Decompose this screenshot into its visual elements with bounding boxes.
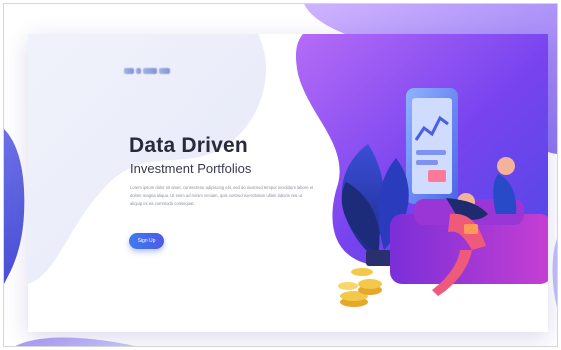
left-blob [4,129,25,284]
hero-card: Data Driven Investment Portfolios Lorem … [28,34,548,332]
hero-illustration [338,88,548,307]
bottom-blob [15,337,135,346]
right-bottom-blob [552,239,557,308]
coins-icon [338,268,382,307]
page-title: Data Driven [129,134,248,157]
page-frame: Data Driven Investment Portfolios Lorem … [3,3,558,347]
phone-icon [406,88,458,204]
description-text: Lorem ipsum dolor sit amet, consectetur … [130,185,314,206]
sign-up-button[interactable]: Sign Up [129,233,164,249]
logo[interactable] [124,66,170,76]
page-subtitle: Investment Portfolios [130,161,252,176]
